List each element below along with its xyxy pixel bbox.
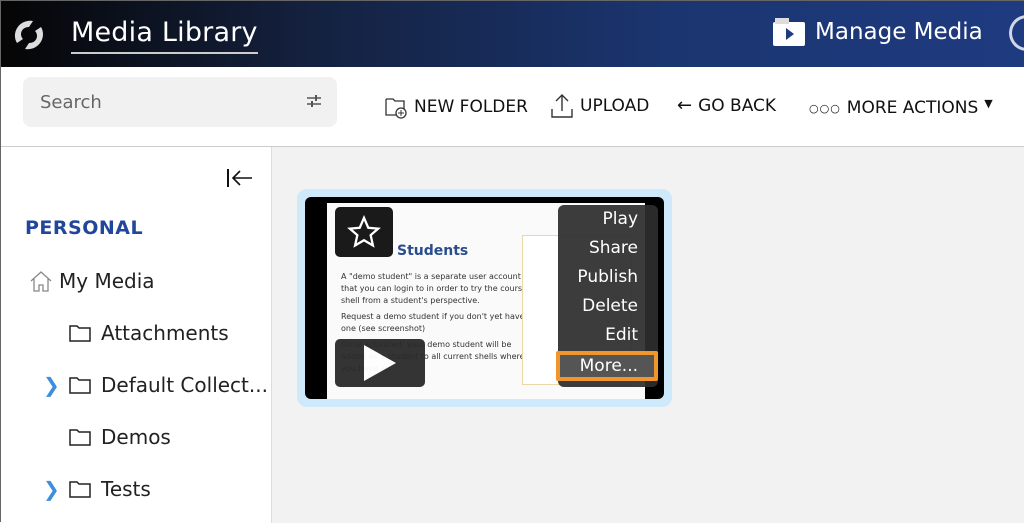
play-button[interactable] [335,339,425,387]
folder-icon [69,429,91,446]
app-logo-icon [14,20,44,50]
sidebar: PERSONAL My Media Attachments ❯ Default … [1,147,272,523]
play-icon [364,345,396,381]
upload-icon [551,94,573,118]
sidebar-item-attachments[interactable]: Attachments [69,321,229,345]
upload-button[interactable]: UPLOAD [550,93,649,119]
home-icon [30,271,52,292]
search-input[interactable]: Search [23,77,337,127]
caret-down-icon: ▼ [984,96,993,110]
app-header: Media Library Manage Media [1,1,1024,67]
folder-label: Tests [101,477,151,501]
sidebar-item-default-collection[interactable]: Default Collect... [69,373,268,397]
sidebar-item-tests[interactable]: Tests [69,477,151,501]
section-heading: PERSONAL [25,217,144,239]
thumbnail-body: A "demo student" is a separate user acco… [341,272,527,305]
new-folder-button[interactable]: NEW FOLDER [384,95,528,119]
menu-item-more[interactable]: More... [556,351,658,381]
filter-icon[interactable] [305,92,323,110]
go-back-button[interactable]: ← GO BACK [677,95,776,116]
favorite-button[interactable] [335,207,393,257]
media-thumbnail[interactable]: Students A "demo student" is a separate … [305,197,664,399]
new-folder-label: NEW FOLDER [414,97,528,117]
more-dots-icon: ○○○ [809,101,841,115]
search-placeholder: Search [40,92,102,113]
new-folder-icon [385,98,407,119]
media-grid: Students A "demo student" is a separate … [272,147,1024,523]
menu-item-share[interactable]: Share [558,234,658,263]
folder-label: Demos [101,425,171,449]
folder-label: Attachments [101,321,229,345]
toolbar: Search NEW FOLDER UPLOAD ← GO BACK ○○○ M… [1,67,1024,147]
wifi-icon [1009,15,1024,51]
collapse-sidebar-icon[interactable] [225,167,255,189]
folder-label: Default Collect... [101,373,268,397]
menu-item-edit[interactable]: Edit [558,321,658,350]
page-title[interactable]: Media Library [71,17,258,54]
folder-icon [69,325,91,342]
manage-media-link[interactable]: Manage Media [771,17,983,47]
menu-item-publish[interactable]: Publish [558,263,658,292]
thumbnail-heading: Students [397,243,469,259]
media-card[interactable]: Students A "demo student" is a separate … [297,189,672,407]
upload-label: UPLOAD [580,96,650,116]
more-actions-button[interactable]: ○○○ MORE ACTIONS ▼ [809,96,993,119]
chevron-right-icon[interactable]: ❯ [43,477,60,501]
folder-icon [69,481,91,498]
sidebar-item-my-media[interactable]: My Media [29,269,155,293]
manage-media-label: Manage Media [815,19,983,45]
media-folder-icon [773,18,805,46]
go-back-label: GO BACK [698,95,777,116]
star-icon [347,215,381,248]
arrow-left-icon: ← [677,95,693,116]
menu-item-delete[interactable]: Delete [558,292,658,321]
menu-item-play[interactable]: Play [558,205,658,234]
folder-icon [69,377,91,394]
chevron-right-icon[interactable]: ❯ [43,373,60,397]
sidebar-item-demos[interactable]: Demos [69,425,171,449]
media-actions-menu: Play Share Publish Delete Edit More... [556,205,658,387]
thumbnail-bullet: Request a demo student if you don't yet … [341,312,525,333]
my-media-label: My Media [59,269,155,293]
more-actions-label: MORE ACTIONS [846,98,979,118]
